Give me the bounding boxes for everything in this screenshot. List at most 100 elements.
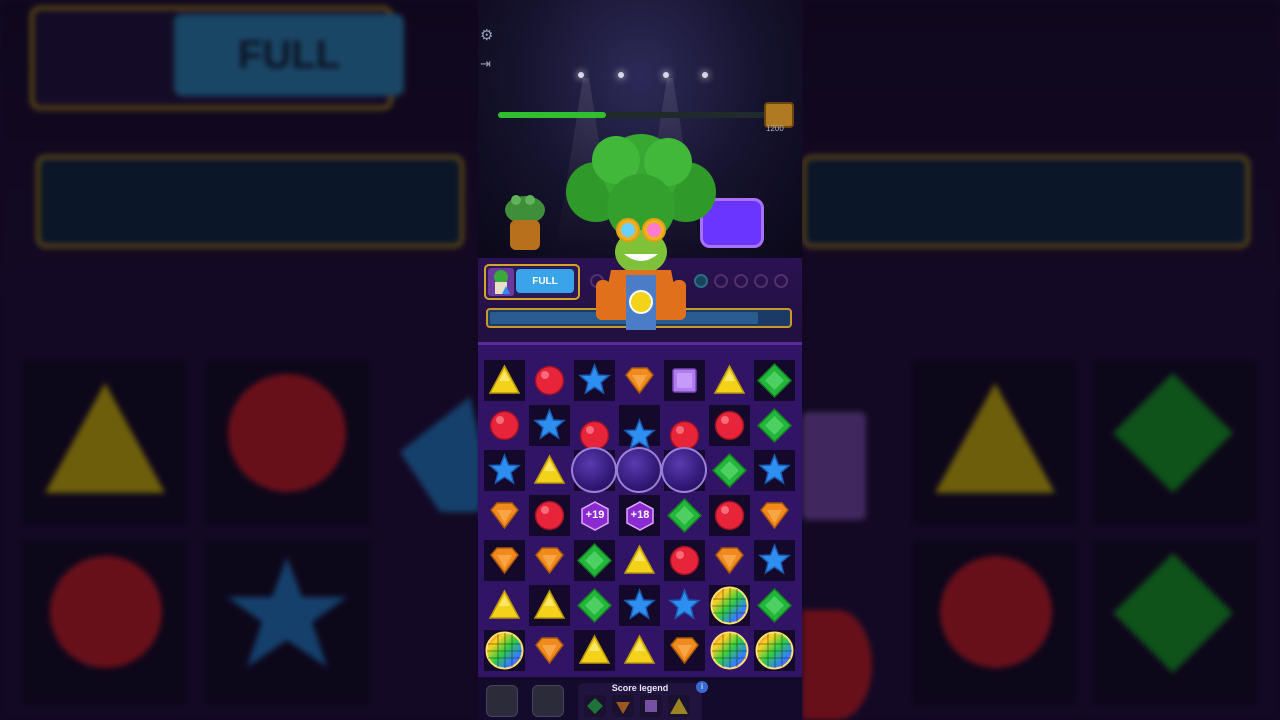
green-diamond-gem[interactable] bbox=[664, 495, 705, 536]
blue-star-gem[interactable] bbox=[619, 585, 660, 626]
backdrop-meter bbox=[36, 155, 464, 248]
orange-diamond-gem[interactable] bbox=[754, 495, 795, 536]
stage-light bbox=[663, 72, 669, 78]
stage-light bbox=[702, 72, 708, 78]
blue-star-icon bbox=[578, 362, 611, 395]
goal-progress-fill bbox=[498, 112, 606, 118]
yellow-triangle-icon bbox=[488, 589, 521, 619]
info-icon[interactable]: i bbox=[696, 681, 708, 693]
orange-diamond-icon bbox=[625, 367, 654, 395]
orange-diamond-gem[interactable] bbox=[619, 360, 660, 401]
rainbow-ball-icon bbox=[485, 631, 524, 670]
boost-slot-1-icon[interactable] bbox=[486, 685, 518, 717]
bubble-blocker[interactable] bbox=[661, 447, 707, 493]
score-legend[interactable]: Score legend bbox=[578, 683, 702, 720]
stage-light bbox=[618, 72, 624, 78]
yellow-triangle-gem[interactable] bbox=[529, 450, 570, 491]
orange-diamond-gem[interactable] bbox=[529, 540, 570, 581]
red-circle-icon bbox=[489, 410, 520, 441]
rainbow-ball-gem[interactable] bbox=[709, 585, 750, 626]
yellow-triangle-gem[interactable] bbox=[484, 585, 525, 626]
blue-star-icon bbox=[533, 407, 566, 440]
power-slot bbox=[774, 274, 788, 288]
exit-icon[interactable]: ⇥ bbox=[480, 56, 496, 72]
backdrop-left: FULL bbox=[0, 0, 480, 720]
backdrop-meter-right bbox=[802, 155, 1250, 248]
blue-star-gem[interactable] bbox=[574, 360, 615, 401]
power-slot bbox=[754, 274, 768, 288]
green-diamond-icon bbox=[576, 542, 613, 579]
yellow-triangle-icon bbox=[533, 454, 566, 484]
red-circle-gem[interactable] bbox=[529, 495, 570, 536]
red-circle-gem[interactable] bbox=[709, 495, 750, 536]
yellow-triangle-icon bbox=[623, 634, 656, 664]
green-diamond-icon bbox=[756, 587, 793, 624]
orange-diamond-icon bbox=[490, 502, 519, 530]
bonus-tile[interactable]: +18 bbox=[619, 495, 660, 536]
yellow-triangle-gem[interactable] bbox=[574, 630, 615, 671]
blue-star-gem[interactable] bbox=[484, 450, 525, 491]
settings-gear-icon[interactable]: ⚙ bbox=[480, 28, 496, 44]
red-circle-icon bbox=[714, 500, 745, 531]
yellow-triangle-gem[interactable] bbox=[709, 360, 750, 401]
green-diamond-gem[interactable] bbox=[754, 405, 795, 446]
rainbow-ball-icon bbox=[710, 586, 749, 625]
purple-square-gem[interactable] bbox=[664, 360, 705, 401]
orange-diamond-gem[interactable] bbox=[529, 630, 570, 671]
stage-light bbox=[578, 72, 584, 78]
green-diamond-gem[interactable] bbox=[754, 360, 795, 401]
blue-star-icon bbox=[758, 542, 791, 575]
goal-target: 1200 bbox=[766, 124, 784, 133]
backdrop-right bbox=[802, 0, 1280, 720]
yellow-triangle-gem[interactable] bbox=[619, 540, 660, 581]
yellow-triangle-icon bbox=[533, 589, 566, 619]
crocodile-character bbox=[505, 195, 545, 250]
game-board[interactable]: +19 +18 bbox=[478, 342, 802, 680]
backdrop-character-card: FULL bbox=[30, 6, 404, 110]
orange-diamond-gem[interactable] bbox=[709, 540, 750, 581]
bonus-value: +18 bbox=[630, 509, 650, 521]
orange-diamond-gem[interactable] bbox=[484, 495, 525, 536]
orange-diamond-icon bbox=[670, 637, 699, 665]
blue-star-gem[interactable] bbox=[754, 540, 795, 581]
red-circle-icon bbox=[669, 545, 700, 576]
red-circle-gem[interactable] bbox=[484, 405, 525, 446]
rainbow-ball-gem[interactable] bbox=[709, 630, 750, 671]
yellow-triangle-gem[interactable] bbox=[484, 360, 525, 401]
blue-star-gem[interactable] bbox=[754, 450, 795, 491]
orange-diamond-gem[interactable] bbox=[484, 540, 525, 581]
blue-star-gem[interactable] bbox=[664, 585, 705, 626]
red-circle-gem[interactable] bbox=[664, 540, 705, 581]
green-diamond-icon bbox=[756, 407, 793, 444]
bonus-value: +19 bbox=[585, 509, 605, 521]
orange-diamond-icon bbox=[760, 502, 789, 530]
yellow-triangle-gem[interactable] bbox=[619, 630, 660, 671]
green-diamond-gem[interactable] bbox=[709, 450, 750, 491]
red-circle-icon bbox=[534, 500, 565, 531]
power-slot bbox=[734, 274, 748, 288]
green-diamond-icon bbox=[666, 497, 703, 534]
green-diamond-gem[interactable] bbox=[574, 540, 615, 581]
yellow-triangle-gem[interactable] bbox=[529, 585, 570, 626]
red-circle-gem[interactable] bbox=[709, 405, 750, 446]
boost-slot-2-icon[interactable] bbox=[532, 685, 564, 717]
game-screen: ⚙ ⇥ 1200 FULL +19 +18 Score legend i bbox=[478, 0, 802, 720]
red-circle-gem[interactable] bbox=[529, 360, 570, 401]
green-diamond-gem[interactable] bbox=[574, 585, 615, 626]
orange-diamond-gem[interactable] bbox=[664, 630, 705, 671]
rainbow-ball-gem[interactable] bbox=[754, 630, 795, 671]
yellow-triangle-icon bbox=[578, 634, 611, 664]
bonus-tile[interactable]: +19 bbox=[574, 495, 615, 536]
yellow-triangle-icon bbox=[713, 364, 746, 394]
bubble-blocker[interactable] bbox=[616, 447, 662, 493]
green-diamond-icon bbox=[711, 452, 748, 489]
green-diamond-icon bbox=[584, 695, 606, 717]
blue-star-gem[interactable] bbox=[529, 405, 570, 446]
rainbow-ball-gem[interactable] bbox=[484, 630, 525, 671]
blue-star-icon bbox=[668, 587, 701, 620]
character-avatar bbox=[488, 268, 514, 296]
blue-star-icon bbox=[488, 452, 521, 485]
blue-star-icon bbox=[623, 587, 656, 620]
green-diamond-gem[interactable] bbox=[754, 585, 795, 626]
bubble-blocker[interactable] bbox=[571, 447, 617, 493]
